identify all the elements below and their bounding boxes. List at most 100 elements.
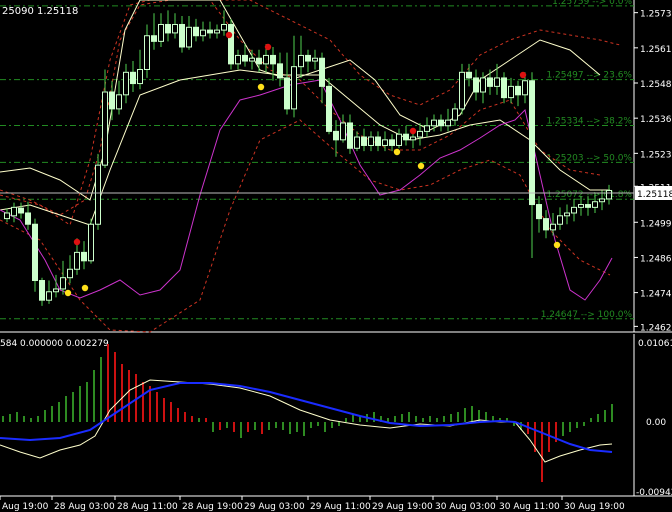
buy-signal-dot <box>64 289 72 297</box>
candle-body-bull <box>102 91 108 166</box>
main-price-panel: 25090 1.25118 1.25759 --> 0.0% 1.25497 --… <box>0 0 672 333</box>
candle-body-bull <box>431 119 437 127</box>
candle-body-bear <box>473 77 479 93</box>
time-axis-label: 29 Aug 03:00 <box>244 502 305 512</box>
candle-body-bull <box>74 251 80 270</box>
candle-body-bear <box>151 35 157 42</box>
candle-body-bull <box>11 206 17 217</box>
candle-body-bull <box>144 35 150 70</box>
sell-signal-dot <box>264 43 272 51</box>
time-axis-label: 28 Aug 19:00 <box>182 502 243 512</box>
sell-signal-dot <box>409 127 417 135</box>
indicator-axis-top: 0.01061 <box>638 339 672 349</box>
candle-body-bull <box>557 215 563 225</box>
fib-level-label: 1.25497 --> 23.6% <box>546 71 632 81</box>
candle-body-bear <box>179 23 185 48</box>
candle-body-bear <box>585 204 591 208</box>
buy-signal-dot <box>553 241 561 249</box>
candle-body-bear <box>130 71 136 85</box>
sell-signal-dot <box>225 31 233 39</box>
candle-body-bear <box>333 130 339 141</box>
candle-body-bear <box>529 80 535 206</box>
fib-level-label: 1.25072 --> 61.8% <box>546 190 632 200</box>
candle-body-bull <box>382 139 388 146</box>
candle-body-bull <box>46 291 52 301</box>
candle-body-bear <box>228 23 234 65</box>
candle-body-bull <box>522 80 528 96</box>
candle-body-bear <box>438 119 444 127</box>
candle-body-bear <box>501 77 507 99</box>
price-axis-label: 1.25360 <box>640 115 672 125</box>
candle-body-bear <box>403 133 409 141</box>
price-axis-label: 1.24990 <box>640 219 672 229</box>
candle-body-bear <box>319 57 325 87</box>
candle-body-bull <box>53 288 59 293</box>
candle-body-bull <box>200 29 206 37</box>
candle-body-bull <box>158 23 164 42</box>
candle-body-bull <box>172 23 178 34</box>
candle-body-bull <box>459 71 465 110</box>
fib-level-label: 1.25759 --> 0.0% <box>552 0 632 7</box>
candle-body-bull <box>4 212 10 220</box>
candle-body-bear <box>165 23 171 34</box>
fib-level-label: 1.25334 --> 38.2% <box>546 116 632 126</box>
candle-body-bear <box>305 54 311 62</box>
candle-body-bull <box>410 136 416 141</box>
time-axis-label: 29 Aug 19:00 <box>372 502 433 512</box>
candle-body-bull <box>263 54 269 65</box>
price-axis-label: 1.25235 <box>640 150 672 160</box>
candle-body-bull <box>417 130 423 138</box>
chart-window: 25090 1.25118 1.25759 --> 0.0% 1.25497 --… <box>0 0 672 512</box>
price-axis-label: 1.24740 <box>640 290 672 300</box>
candle-body-bear <box>284 77 290 110</box>
candle-body-bull <box>564 212 570 217</box>
price-axis-label: 1.24865 <box>640 254 672 264</box>
candle-body-bull <box>235 54 241 65</box>
candle-body-bear <box>193 26 199 37</box>
candle-body-bull <box>480 77 486 93</box>
candle-body-bear <box>361 136 367 146</box>
candle-body-bull <box>578 204 584 208</box>
candle-body-bear <box>543 218 549 231</box>
candle-body-bull <box>123 71 129 96</box>
candle-body-bear <box>389 139 395 146</box>
candle-body-bear <box>256 57 262 65</box>
candle-body-bear <box>347 122 353 149</box>
time-axis-label: 29 Aug 11:00 <box>310 502 371 512</box>
candle-body-bear <box>25 212 31 225</box>
main-header-text: 25090 1.25118 <box>2 6 78 17</box>
candle-body-bull <box>452 108 458 121</box>
candle-body-bear <box>32 223 38 282</box>
candle-body-bear <box>277 63 283 79</box>
candle-body-bull <box>186 26 192 48</box>
time-axis-label: 30 Aug 19:00 <box>564 502 625 512</box>
candle-body-bull <box>312 57 318 62</box>
current-price-label: 1.25118 <box>637 190 672 200</box>
candle-body-bull <box>368 136 374 146</box>
candle-body-bull <box>249 57 255 62</box>
candle-body-bull <box>508 85 514 99</box>
candle-body-bear <box>375 136 381 146</box>
candle-body-bull <box>571 206 577 214</box>
fib-level-label: 1.25203 --> 50.0% <box>546 153 632 163</box>
price-axis-label: 1.25735 <box>640 10 672 20</box>
candle-body-bear <box>207 29 213 34</box>
candle-body-bull <box>606 189 612 200</box>
candle-body-bear <box>536 204 542 220</box>
candle-body-bull <box>340 122 346 141</box>
candle-body-bull <box>116 94 122 110</box>
price-axis-label: 1.25610 <box>640 45 672 55</box>
indicator-plot-area[interactable] <box>0 334 634 496</box>
candle-body-bear <box>515 85 521 96</box>
sell-signal-dot <box>73 238 81 246</box>
candle-body-bull <box>354 136 360 149</box>
candle-body-bull <box>445 119 451 127</box>
candle-body-bull <box>396 133 402 146</box>
time-axis-label: Aug 19:00 <box>2 502 49 512</box>
time-axis-label: 30 Aug 03:00 <box>435 502 496 512</box>
candle-body-bear <box>18 207 24 214</box>
buy-signal-dot <box>393 148 401 156</box>
candle-body-bull <box>298 54 304 68</box>
candle-body-bull <box>550 223 556 231</box>
time-axis-label: 28 Aug 11:00 <box>117 502 178 512</box>
